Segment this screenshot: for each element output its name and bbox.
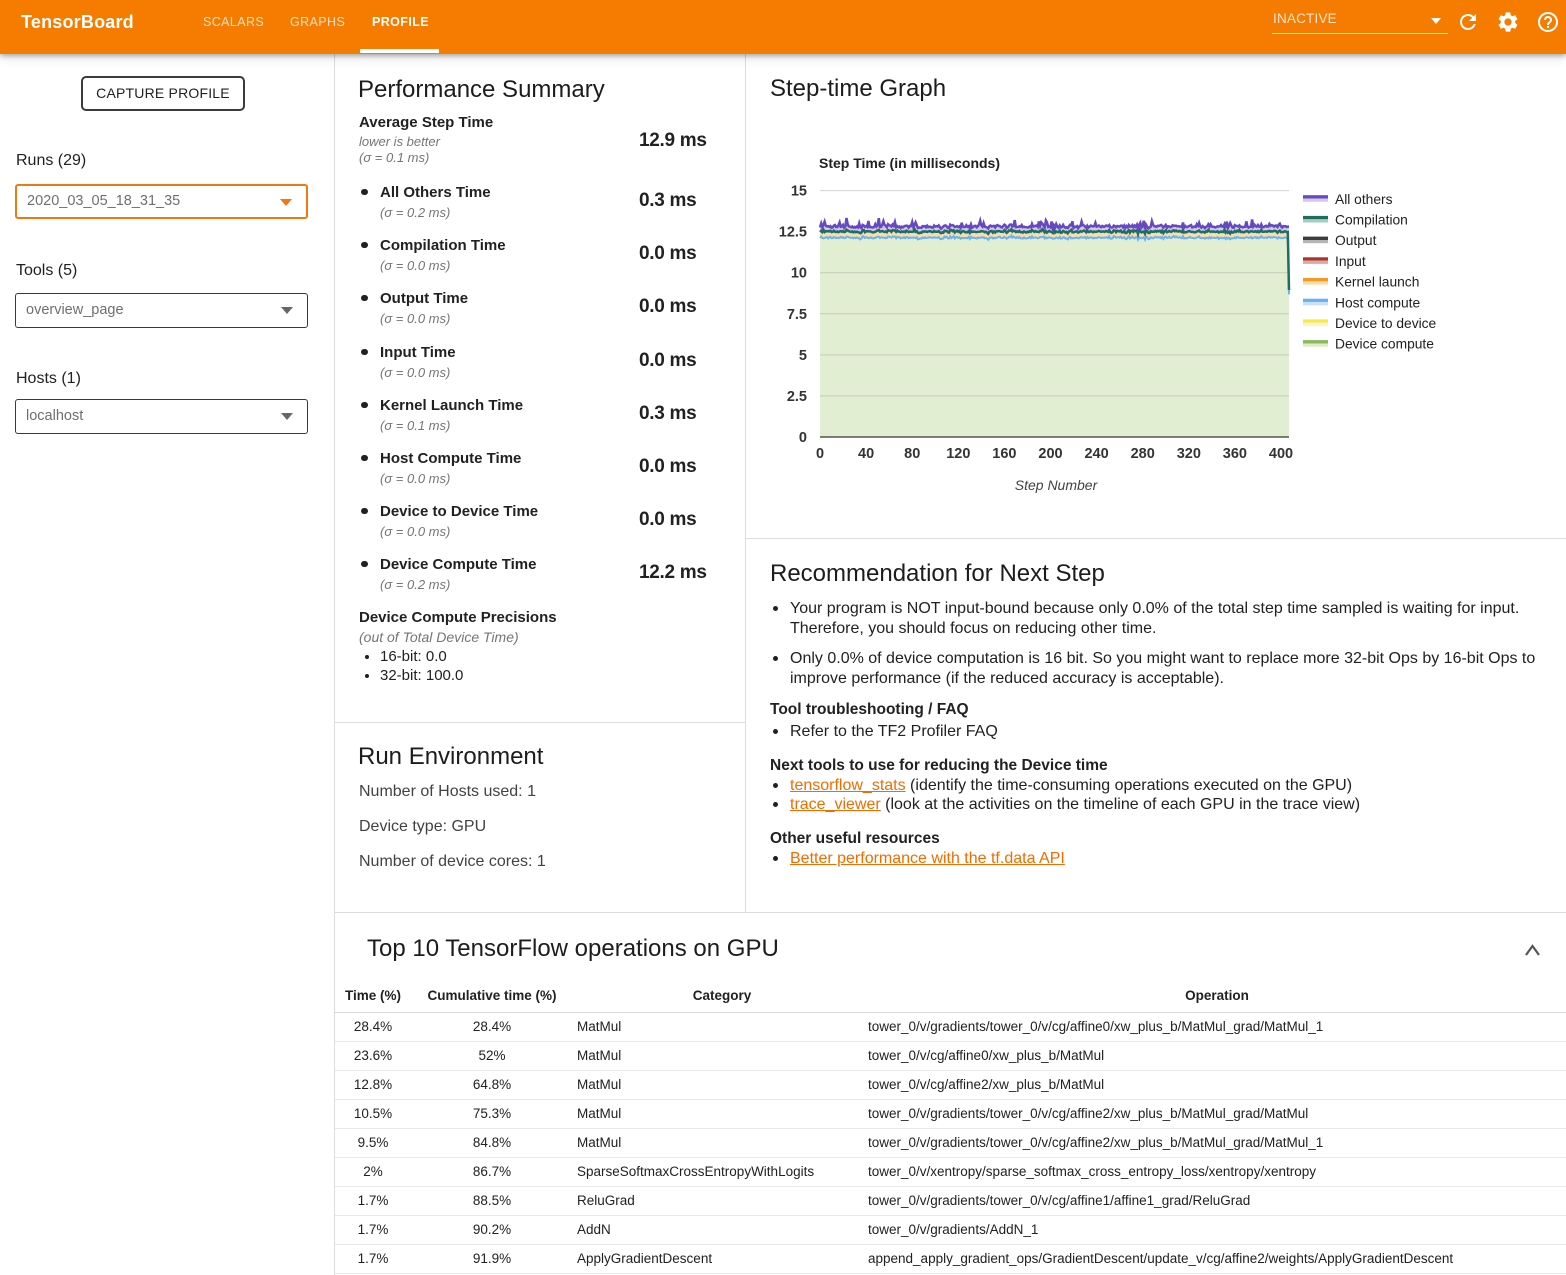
svg-text:Device to device: Device to device: [1335, 316, 1437, 331]
svg-text:12.5: 12.5: [779, 225, 807, 241]
svg-text:Device compute: Device compute: [1335, 337, 1434, 352]
svg-text:Output: Output: [1335, 233, 1377, 248]
svg-text:80: 80: [904, 446, 920, 462]
svg-text:5: 5: [799, 348, 807, 364]
svg-text:10: 10: [791, 266, 807, 282]
svg-text:Input: Input: [1335, 254, 1366, 269]
svg-text:Step Time (in milliseconds): Step Time (in milliseconds): [819, 155, 1000, 171]
svg-text:2.5: 2.5: [787, 389, 807, 405]
svg-text:15: 15: [791, 184, 807, 200]
svg-text:0: 0: [799, 430, 807, 446]
svg-text:Compilation: Compilation: [1335, 213, 1408, 228]
svg-text:200: 200: [1038, 446, 1062, 462]
svg-text:40: 40: [858, 446, 874, 462]
svg-text:400: 400: [1269, 446, 1293, 462]
svg-text:0: 0: [816, 446, 824, 462]
svg-text:320: 320: [1177, 446, 1201, 462]
svg-text:240: 240: [1084, 446, 1108, 462]
svg-text:280: 280: [1131, 446, 1155, 462]
svg-text:120: 120: [946, 446, 970, 462]
svg-text:160: 160: [992, 446, 1016, 462]
svg-text:7.5: 7.5: [787, 307, 807, 323]
svg-text:360: 360: [1223, 446, 1247, 462]
svg-text:All others: All others: [1335, 192, 1393, 207]
svg-text:Step Number: Step Number: [1015, 477, 1099, 493]
svg-text:Host compute: Host compute: [1335, 295, 1420, 310]
svg-text:Kernel launch: Kernel launch: [1335, 275, 1419, 290]
